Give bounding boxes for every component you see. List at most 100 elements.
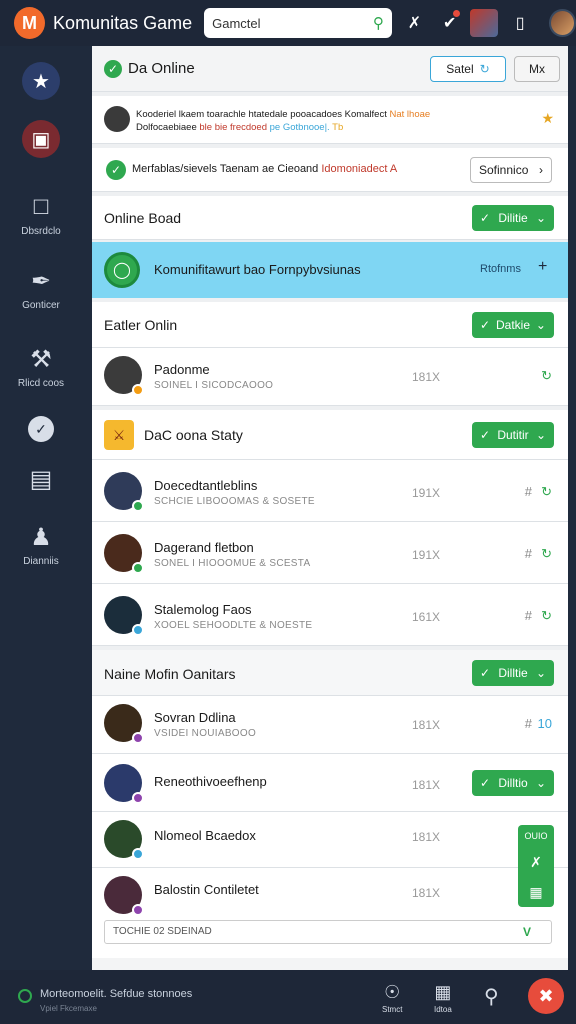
select-label: Satel	[446, 62, 474, 76]
table-row[interactable]: Padonme SOINEL I SICODCAOOO 181X ↻	[92, 348, 568, 406]
status-accent: Idomoniadect A	[321, 163, 398, 175]
table-row[interactable]: Balostin Contiletet 181X TOCHIE 02 SDEIN…	[92, 868, 568, 966]
sidebar-item-list[interactable]: ▤	[0, 464, 82, 494]
row-action-label: Dilltio	[498, 776, 528, 790]
notice-link[interactable]: pe Gotbnooe|.	[270, 122, 330, 133]
table-row[interactable]: Stalemolog Faos XOOEL SEHOODLTE & NOESTE…	[92, 584, 568, 646]
sidebar-item-check[interactable]: ✓	[0, 416, 82, 442]
bottom-nav-item-1[interactable]: ☉ Stmct	[382, 982, 402, 1014]
row-stat: 191X	[412, 486, 441, 500]
notification-dot	[453, 10, 461, 17]
community-banner[interactable]: ◯ Komunifitawurt bao Fornpybvsiunas Rtof…	[92, 242, 568, 298]
sort-button[interactable]: Sofinnico ›	[470, 157, 552, 183]
shuffle-icon[interactable]: ✗	[402, 10, 427, 36]
hash-icon[interactable]: #	[525, 608, 532, 623]
sidebar-item-archive[interactable]: ▣	[0, 120, 82, 158]
avatar	[104, 356, 144, 396]
banner-text: Komunifitawurt bao Fornpybvsiunas	[154, 262, 361, 277]
online-board-button[interactable]: ✓ Dilitie ⌄	[472, 205, 554, 231]
table-row[interactable]: Sovran Ddlina VSIDEI NOUIABOOO 181X # 10	[92, 696, 568, 754]
top-bar: M Komunitas Game ⚲ ✗ ✔ ▯	[0, 0, 576, 46]
avatar	[104, 472, 144, 512]
row-name: Doecedtantleblins	[154, 478, 258, 493]
refresh-icon[interactable]: ↻	[541, 484, 552, 500]
row-name: Padonme	[154, 362, 210, 377]
bottom-nav-item-2[interactable]: ▦ Idtoa	[434, 982, 452, 1014]
hash-icon[interactable]: #	[525, 716, 532, 731]
online-board-header: Online Boad ✓ Dilitie ⌄	[92, 196, 568, 240]
search-icon[interactable]: ⚲	[373, 14, 384, 32]
section-button-label: Dutitir	[497, 428, 529, 442]
status-card: ✓ Merfablas/sievels Taenam ae Cieoand Id…	[92, 148, 568, 192]
sidebar-item-favorites[interactable]: ★	[0, 62, 82, 100]
section-button[interactable]: ✓ Datkie ⌄	[472, 312, 554, 338]
page-header: ✓ Da Online Satel ↻ Mx	[92, 46, 568, 92]
sidebar-item-dashboard[interactable]: □ Dbsrdclo	[0, 192, 82, 237]
status-dot	[132, 500, 144, 512]
app-logo[interactable]: M	[14, 7, 46, 39]
banner-action[interactable]: Rtofnms	[480, 263, 521, 275]
grid-icon[interactable]: ▦	[529, 884, 542, 901]
table-row[interactable]: Reneothivoeefhenp 181X ✓ Dilltio ⌄	[92, 754, 568, 812]
hash-icon[interactable]: #	[525, 484, 532, 499]
status-label: Merfablas/sievels Taenam ae Cieoand	[132, 163, 319, 175]
sidebar-item-tools[interactable]: ⚒ Rlicd coos	[0, 344, 82, 390]
row-name: Nlomeol Bcaedox	[154, 828, 256, 843]
table-row[interactable]: Nlomeol Bcaedox 181X	[92, 812, 568, 868]
sidebar-item-groups[interactable]: ♟ Dianniis	[0, 522, 82, 568]
notice-text-2: Dolfocaebiaee	[136, 122, 197, 133]
section-button-label: Datkie	[495, 318, 530, 332]
group-icon: ♟	[30, 523, 52, 551]
archive-icon: ▣	[22, 120, 60, 158]
row-tag[interactable]: 10	[538, 716, 552, 731]
star-icon: ★	[22, 62, 60, 100]
search-icon[interactable]: ⚲	[484, 984, 499, 1009]
sidebar-item-label: Rlicd coos	[17, 378, 65, 389]
status-ring-icon	[18, 989, 32, 1003]
section-button[interactable]: ✓ Dilltie ⌄	[472, 660, 554, 686]
banner-plus-button[interactable]: +	[538, 258, 547, 276]
row-stat: 181X	[412, 718, 441, 732]
row-subtitle: SOINEL I SICODCAOOO	[154, 380, 274, 391]
refresh-icon[interactable]: ↻	[541, 546, 552, 562]
notice-end: Tb	[332, 122, 344, 133]
refresh-icon[interactable]: ↻	[541, 368, 552, 384]
game-icon: ⚔	[104, 420, 134, 450]
check-icon: ✓	[480, 776, 491, 790]
row-name: Dagerand fletbon	[154, 540, 254, 555]
search-box[interactable]: ⚲	[204, 8, 392, 38]
notice-line-2: Dolfocaebiaee ble bie frecdoed pe Gotbno…	[136, 122, 343, 133]
sidebar-item-content[interactable]: ✒ Gonticer	[0, 266, 82, 312]
sidebar-item-label: Dianniis	[23, 556, 59, 567]
status-check-icon: ✓	[106, 160, 126, 180]
row-subtitle: XOOEL SEHOODLTE & NOESTE	[154, 620, 313, 631]
controller-icon[interactable]: ✔	[437, 10, 462, 36]
row-action-button[interactable]: ✓ Dilltio ⌄	[472, 770, 554, 796]
game-thumbnail[interactable]	[470, 9, 498, 37]
toolbar-label: OUIO	[524, 831, 548, 842]
hash-icon[interactable]: #	[525, 546, 532, 561]
file-icon[interactable]: ▯	[508, 10, 533, 36]
max-button[interactable]: Mx	[514, 56, 560, 82]
section-button[interactable]: ✓ Dutitir ⌄	[472, 422, 554, 448]
table-row[interactable]: Dagerand fletbon SONEL I HIOOOMUE & SCES…	[92, 522, 568, 584]
community-icon: ◯	[104, 252, 140, 288]
sidebar-item-label: Dbsrdclo	[21, 226, 61, 237]
select-button[interactable]: Satel ↻	[430, 56, 506, 82]
online-check-icon: ✓	[104, 60, 122, 78]
scissors-icon[interactable]: ✗	[530, 854, 542, 871]
user-avatar[interactable]	[548, 9, 576, 37]
search-input[interactable]	[212, 15, 373, 31]
floating-toolbar[interactable]: OUIO ✗ ▦	[518, 825, 554, 907]
refresh-icon[interactable]: ↻	[541, 608, 552, 624]
page-title: Da Online	[128, 60, 195, 77]
bottom-bar: Morteomoelit. Sefdue stonnoes Vpiel Fkce…	[0, 970, 576, 1024]
notice-accent-2: ble bie frecdoed	[199, 122, 267, 133]
wrench-icon: ⚒	[30, 345, 52, 373]
close-action-button[interactable]: ✖	[528, 978, 564, 1014]
check-icon: ✓	[480, 318, 491, 332]
filter-select[interactable]: TOCHIE 02 SDEINAD V	[104, 920, 552, 944]
filter-select-value: TOCHIE 02 SDEINAD	[113, 926, 212, 937]
table-row[interactable]: Doecedtantleblins SCHCIE LIBOOOMAS & SOS…	[92, 460, 568, 522]
refresh-icon: ↻	[479, 62, 490, 76]
